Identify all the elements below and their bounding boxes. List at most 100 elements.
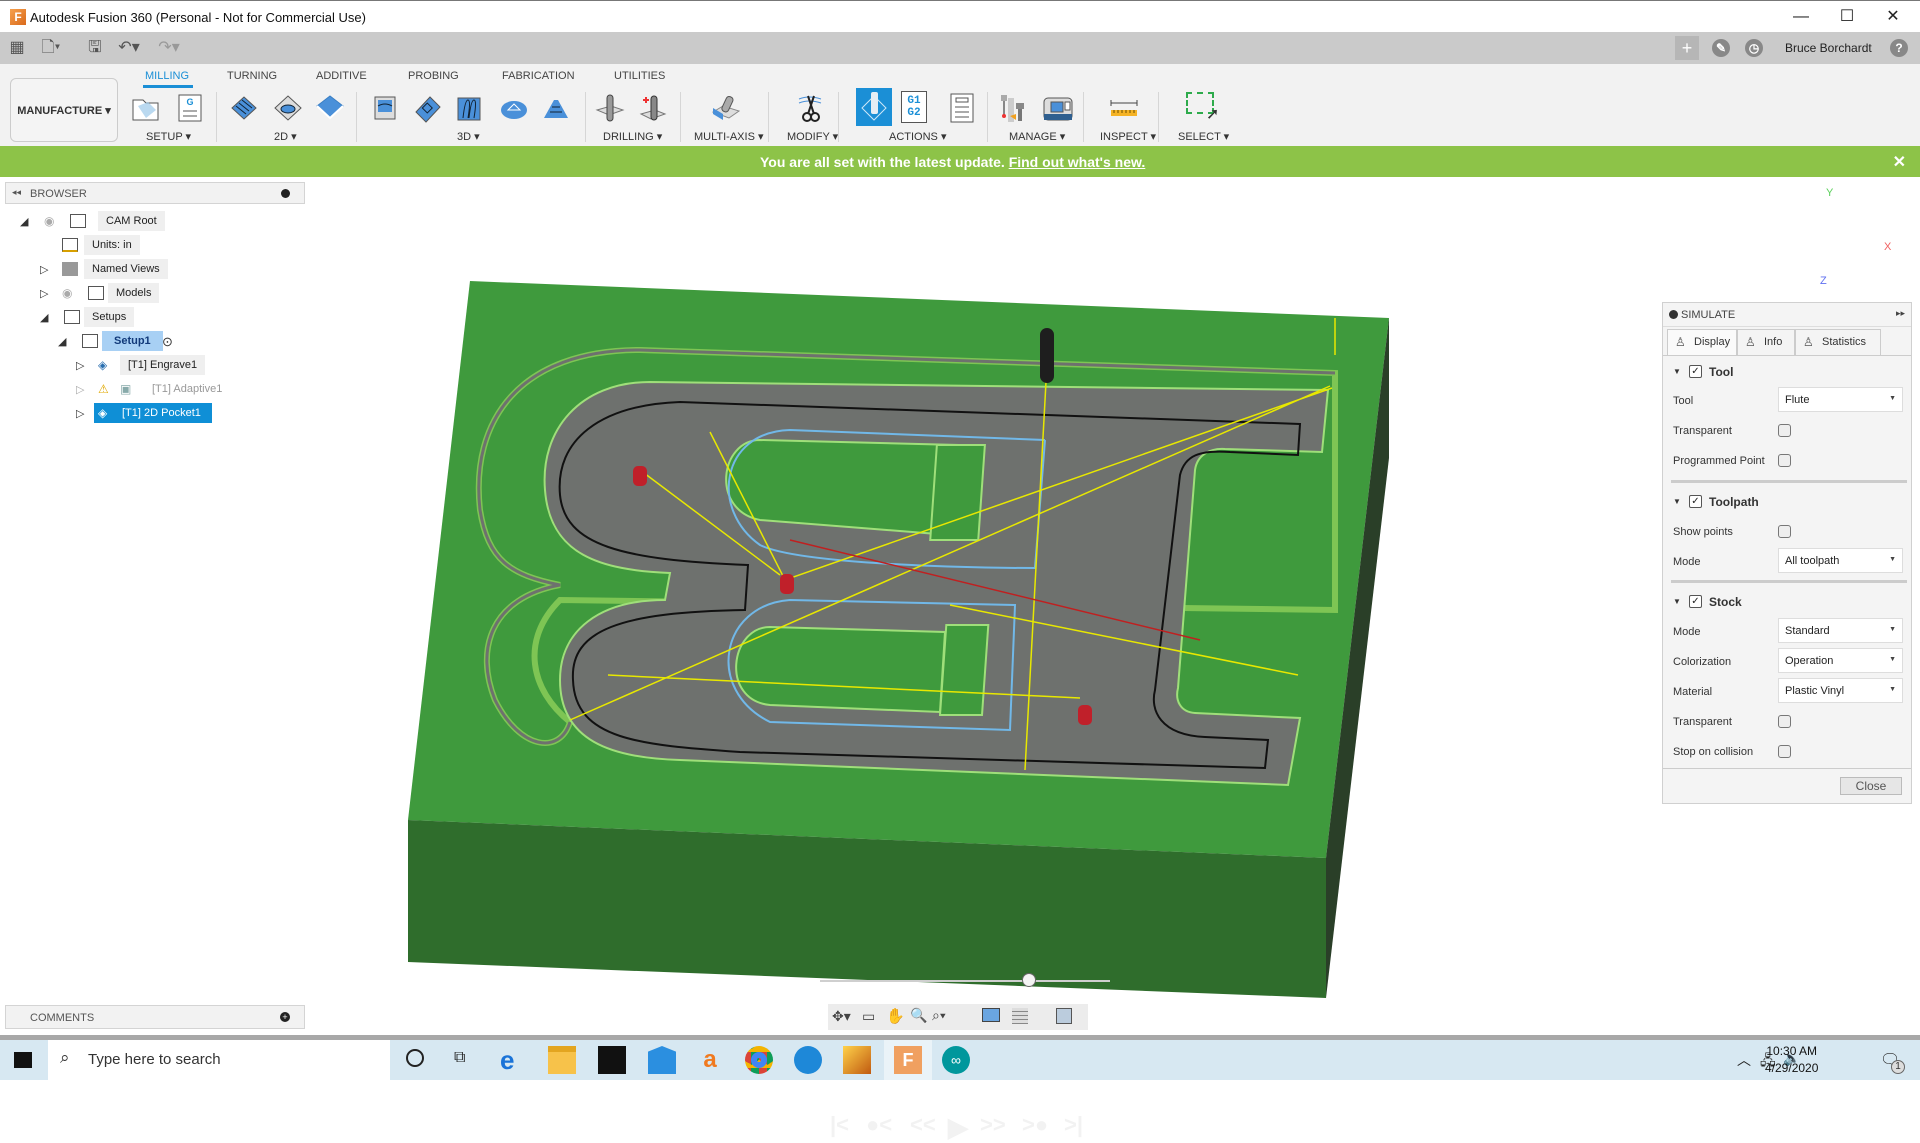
undo-icon[interactable]: ↶▾: [118, 38, 140, 58]
playback-slider-track[interactable]: [820, 980, 1110, 982]
skip-to-start-button[interactable]: |<: [830, 1112, 849, 1138]
dismiss-banner-button[interactable]: ✕: [1893, 152, 1906, 172]
close-window-button[interactable]: ✕: [1870, 1, 1916, 33]
system-clock[interactable]: 10:30 AM 4/29/2020: [1765, 1044, 1818, 1075]
tab-info[interactable]: ♙ Info: [1737, 329, 1795, 355]
fit-window-icon[interactable]: ⌕▾: [932, 1007, 946, 1024]
tool-transparent-checkbox[interactable]: [1778, 424, 1791, 437]
stock-transparent-checkbox[interactable]: [1778, 715, 1791, 728]
user-name[interactable]: Bruce Borchardt: [1785, 41, 1872, 55]
toolpath-section-checkbox[interactable]: ✓: [1689, 495, 1702, 508]
visibility-eye-icon[interactable]: ◉: [62, 286, 78, 300]
show-hidden-icons-chevron[interactable]: ︿: [1737, 1050, 1751, 1070]
add-comment-icon[interactable]: +: [280, 1012, 290, 1022]
expand-triangle-icon[interactable]: ▷: [40, 263, 48, 276]
collapse-triangle-icon[interactable]: ◢: [20, 215, 28, 228]
data-panel-grid-icon[interactable]: ▦: [6, 38, 28, 58]
openoffice-icon[interactable]: [794, 1046, 822, 1074]
viewports-icon[interactable]: [1056, 1008, 1072, 1024]
job-status-clock-icon[interactable]: ◷: [1745, 39, 1763, 57]
face-icon[interactable]: [314, 92, 346, 124]
measure-icon[interactable]: [1108, 92, 1140, 124]
arduino-icon[interactable]: ∞: [942, 1046, 970, 1074]
tab-milling[interactable]: MILLING: [145, 70, 189, 82]
display-settings-icon[interactable]: [982, 1008, 1000, 1022]
tree-item-models[interactable]: ▷ ◉ Models: [38, 283, 258, 305]
tool-section-checkbox[interactable]: ✓: [1689, 365, 1702, 378]
tab-statistics[interactable]: ♙ Statistics: [1795, 329, 1881, 355]
collapse-triangle-icon[interactable]: ◢: [40, 311, 48, 324]
simulate-icon[interactable]: [856, 88, 892, 126]
chrome-icon[interactable]: [745, 1046, 773, 1074]
2d-pocket-icon[interactable]: [272, 92, 304, 124]
minimize-button[interactable]: —: [1778, 1, 1824, 33]
setup-sheet-icon[interactable]: [946, 92, 978, 124]
zoom-icon[interactable]: 🔍: [910, 1007, 927, 1024]
step-back-button[interactable]: <<: [910, 1112, 936, 1138]
hole-recognition-icon[interactable]: [636, 92, 668, 124]
next-operation-button[interactable]: >●: [1022, 1112, 1048, 1138]
scissors-icon[interactable]: [795, 92, 827, 124]
programmed-point-checkbox[interactable]: [1778, 454, 1791, 467]
avast-icon[interactable]: a: [696, 1046, 724, 1074]
3d-group-label[interactable]: 3D ▾: [457, 130, 480, 143]
app-cube-icon[interactable]: [843, 1046, 871, 1074]
activate-setup-icon[interactable]: ⊙: [162, 334, 178, 349]
modify-group-label[interactable]: MODIFY ▾: [787, 130, 838, 143]
multi-axis-group-label[interactable]: MULTI-AXIS ▾: [694, 130, 764, 143]
pan-hand-icon[interactable]: ✋: [886, 1007, 905, 1025]
redo-icon[interactable]: ↷▾: [158, 38, 180, 58]
tree-item-setups[interactable]: ◢ Setups: [38, 307, 258, 329]
drill-icon[interactable]: [594, 92, 626, 124]
browser-pin-icon[interactable]: [281, 189, 290, 198]
look-at-icon[interactable]: ▭: [862, 1008, 875, 1025]
whats-new-link[interactable]: Find out what's new.: [1009, 154, 1146, 170]
taskbar-search[interactable]: ⌕ Type here to search: [48, 1040, 390, 1080]
tab-display[interactable]: ♙ Display: [1667, 329, 1737, 355]
stock-section-checkbox[interactable]: ✓: [1689, 595, 1702, 608]
tree-item-units[interactable]: Units: in: [58, 235, 258, 257]
fusion-taskbar-button[interactable]: F: [884, 1040, 932, 1080]
tree-item-named-views[interactable]: ▷ Named Views: [38, 259, 258, 281]
tab-fabrication[interactable]: FABRICATION: [502, 70, 575, 82]
tab-probing[interactable]: PROBING: [408, 70, 459, 82]
extensions-icon[interactable]: ✎: [1712, 39, 1730, 57]
play-button[interactable]: ▶: [948, 1112, 968, 1143]
machine-library-icon[interactable]: [1042, 92, 1074, 124]
step-forward-button[interactable]: >>: [980, 1112, 1006, 1138]
edge-icon[interactable]: e: [500, 1046, 528, 1074]
drilling-group-label[interactable]: DRILLING ▾: [603, 130, 662, 143]
file-explorer-icon[interactable]: [548, 1046, 576, 1074]
collapse-section-icon[interactable]: ▼: [1673, 367, 1681, 376]
show-points-checkbox[interactable]: [1778, 525, 1791, 538]
2d-adaptive-icon[interactable]: [228, 92, 260, 124]
microsoft-store-icon[interactable]: [598, 1046, 626, 1074]
workspace-switcher[interactable]: MANUFACTURE ▾: [10, 78, 118, 142]
actions-group-label[interactable]: ACTIONS ▾: [889, 130, 946, 143]
parallel-icon[interactable]: [454, 92, 486, 124]
tree-item-2d-pocket1[interactable]: ▷ [T1] 2D Pocket1 ◈: [74, 403, 274, 425]
tree-item-adaptive1[interactable]: ▷ ⚠ ▣ [T1] Adaptive1: [74, 379, 274, 401]
maximize-button[interactable]: ☐: [1824, 1, 1870, 33]
windows-start-icon[interactable]: [14, 1052, 32, 1068]
tab-additive[interactable]: ADDITIVE: [316, 70, 367, 82]
setup-folder-icon[interactable]: [130, 92, 162, 124]
tree-item-cam-root[interactable]: ◢ ◉ CAM Root: [20, 211, 280, 233]
help-icon[interactable]: ?: [1890, 39, 1908, 57]
setup-group-label[interactable]: SETUP ▾: [146, 130, 191, 143]
previous-operation-button[interactable]: ●<: [866, 1112, 892, 1138]
tree-item-setup1[interactable]: ◢ Setup1 ⊙: [56, 331, 256, 353]
new-tab-button[interactable]: +: [1675, 36, 1699, 60]
save-icon[interactable]: 🖫: [84, 38, 106, 58]
close-simulation-button[interactable]: Close: [1840, 777, 1902, 795]
collapse-browser-icon[interactable]: ◂◂: [12, 187, 21, 198]
stock-mode-dropdown[interactable]: Standard: [1778, 618, 1903, 643]
playback-slider-thumb[interactable]: [1021, 973, 1036, 987]
post-process-button[interactable]: G1 G2: [901, 91, 927, 123]
inspect-group-label[interactable]: INSPECT ▾: [1100, 130, 1156, 143]
nc-program-icon[interactable]: G: [174, 92, 206, 124]
pocket-3d-icon[interactable]: [412, 92, 444, 124]
expand-triangle-icon[interactable]: ▷: [76, 359, 84, 372]
expand-triangle-icon[interactable]: ▷: [76, 407, 84, 420]
expand-triangle-icon[interactable]: ▷: [40, 287, 48, 300]
